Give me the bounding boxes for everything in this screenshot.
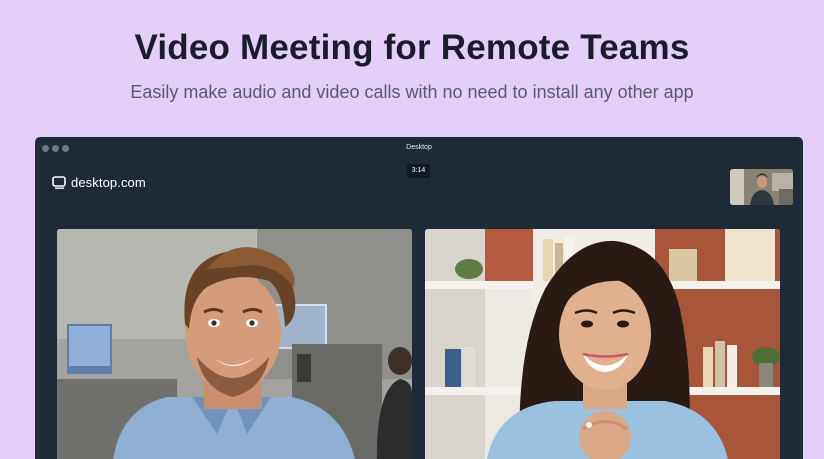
- participant-man-video: [57, 229, 412, 459]
- self-view-video: [730, 169, 793, 205]
- window-title: Desktop: [406, 144, 432, 151]
- call-timer: 3:14: [407, 164, 430, 178]
- window-titlebar: Desktop: [35, 137, 803, 159]
- desktop-logo-icon: [52, 176, 66, 189]
- page-subtitle: Easily make audio and video calls with n…: [130, 82, 694, 102]
- participant-video-tile-2[interactable]: [425, 229, 780, 459]
- participant-video-tile-1[interactable]: [57, 229, 412, 459]
- self-view-thumbnail[interactable]: [730, 169, 793, 205]
- app-window: Desktop desktop.com 3:14: [35, 137, 803, 459]
- page-title: Video Meeting for Remote Teams: [134, 28, 690, 67]
- participant-woman-video: [425, 229, 780, 459]
- desktop-logo[interactable]: desktop.com: [52, 175, 146, 190]
- logo-text: desktop.com: [71, 175, 146, 190]
